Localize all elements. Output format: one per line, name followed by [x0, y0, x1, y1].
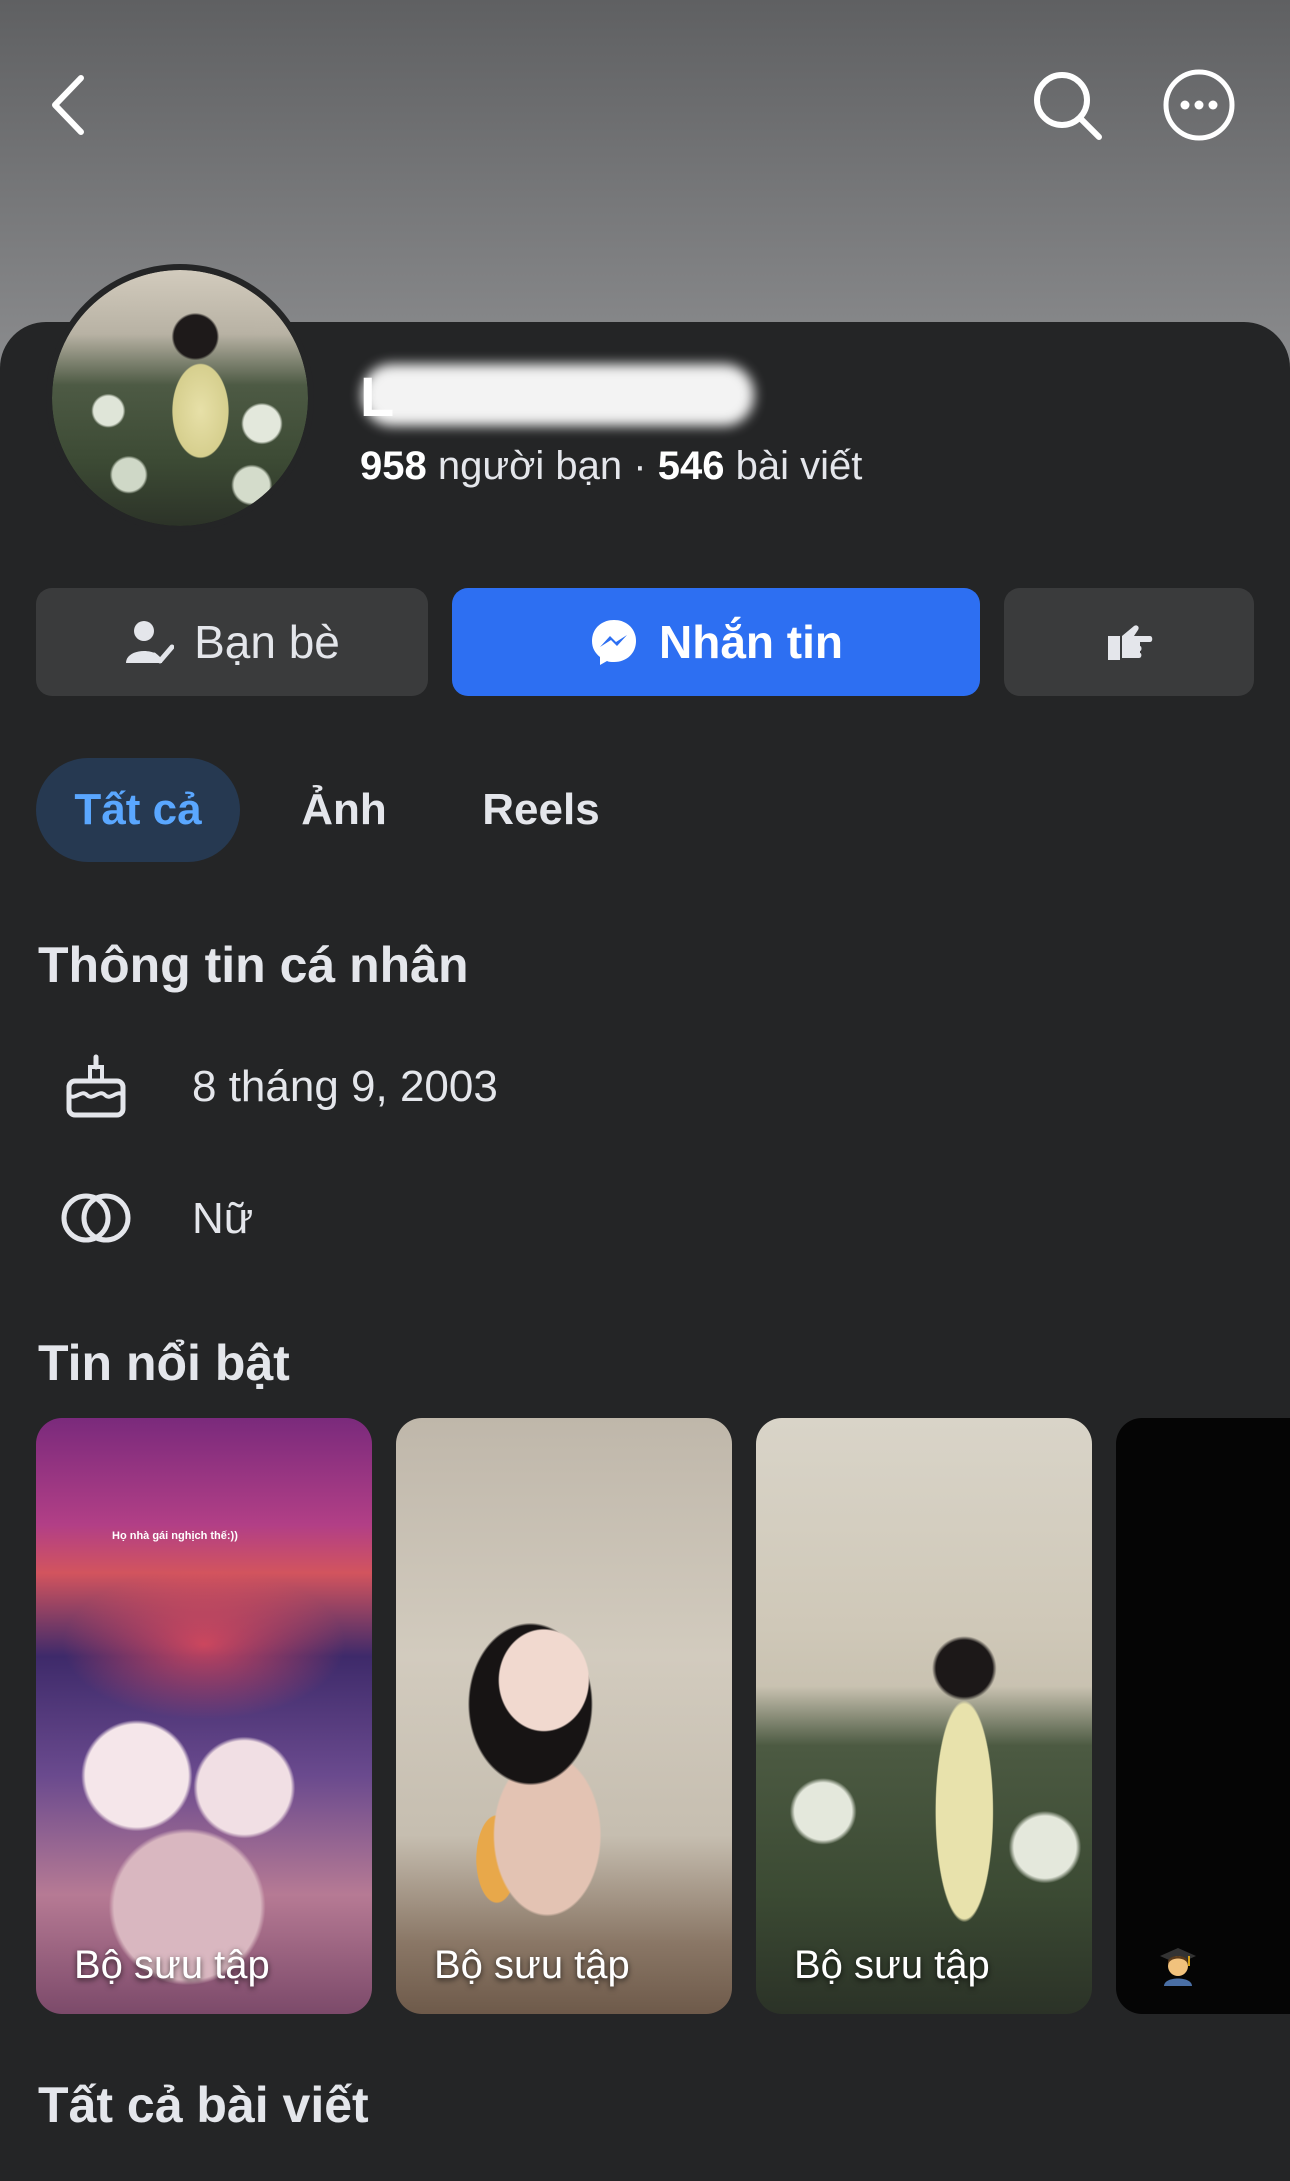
highlights-title: Tin nổi bật: [38, 1335, 290, 1391]
more-options-button[interactable]: [1154, 60, 1244, 150]
stats-separator: ·: [633, 444, 647, 488]
avatar[interactable]: [46, 264, 314, 532]
messenger-icon: [592, 620, 636, 665]
highlight-story[interactable]: [1116, 1418, 1290, 2014]
message-button[interactable]: Nhắn tin: [452, 588, 980, 696]
story-caption: Họ nhà gái nghịch thế:)): [112, 1530, 238, 1542]
gender-rings-icon: [60, 1182, 132, 1254]
search-icon: [1034, 72, 1102, 140]
student-emoji-icon: [1160, 1948, 1196, 1986]
friends-button-label: Bạn bè: [194, 616, 340, 668]
back-button[interactable]: [26, 60, 116, 150]
friends-button[interactable]: Bạn bè: [36, 588, 428, 696]
birthday-text: 8 tháng 9, 2003: [192, 1062, 498, 1111]
poke-button[interactable]: [1004, 588, 1254, 696]
intro-title: Thông tin cá nhân: [38, 937, 469, 993]
gender-text: Nữ: [192, 1194, 254, 1243]
friend-check-icon: [126, 621, 175, 664]
highlight-label: Bộ sưu tập: [74, 1943, 270, 1987]
highlight-label: Bộ sưu tập: [794, 1943, 990, 1987]
profile-stats: 958 người bạn · 546 bài viết: [360, 444, 862, 489]
poke-icon: [1108, 625, 1153, 660]
highlight-story[interactable]: Bộ sưu tập: [756, 1418, 1092, 2014]
posts-count: 546: [657, 444, 725, 488]
tab-photos[interactable]: Ảnh: [270, 758, 418, 862]
friends-label[interactable]: người bạn: [438, 444, 622, 488]
highlight-story[interactable]: Bộ sưu tập: [396, 1418, 732, 2014]
avatar-image: [52, 270, 308, 526]
message-button-label: Nhắn tin: [659, 616, 843, 668]
back-arrow-icon: [52, 75, 84, 135]
search-button[interactable]: [1022, 60, 1112, 150]
profile-name: L: [360, 365, 395, 428]
highlight-label: Bộ sưu tập: [434, 1943, 630, 1987]
more-icon: [1163, 69, 1235, 141]
tab-reels[interactable]: Reels: [446, 758, 636, 862]
posts-label: bài viết: [735, 444, 863, 488]
all-posts-title: Tất cả bài viết: [38, 2077, 369, 2133]
name-redaction: [362, 364, 754, 426]
tab-all[interactable]: Tất cả: [36, 758, 240, 862]
friends-count[interactable]: 958: [360, 444, 427, 488]
highlight-story[interactable]: Họ nhà gái nghịch thế:)) Bộ sưu tập: [36, 1418, 372, 2014]
birthday-cake-icon: [60, 1050, 132, 1122]
